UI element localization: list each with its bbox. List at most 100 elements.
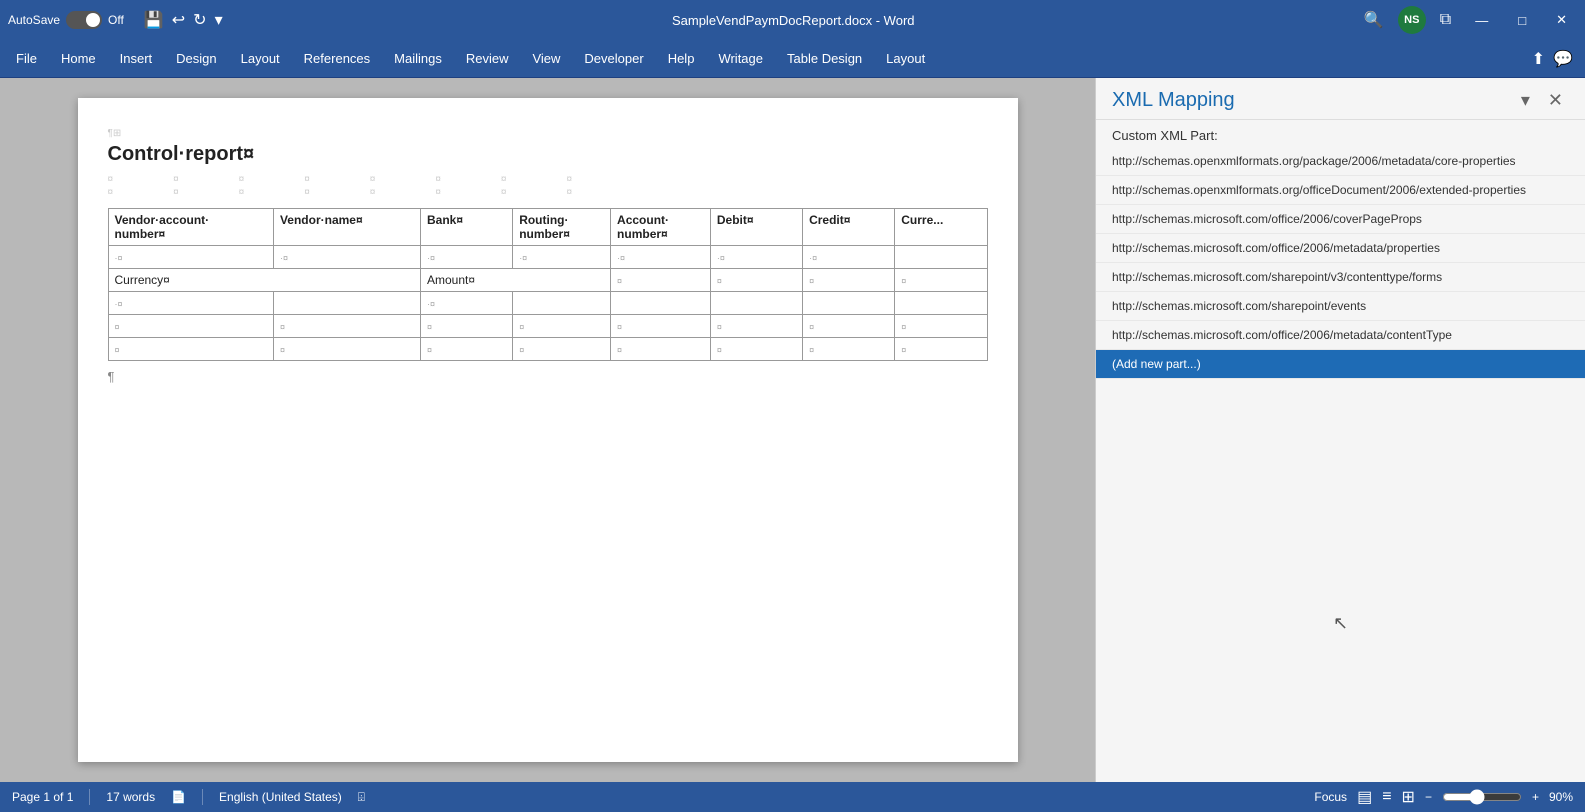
redo-button[interactable]: ↻ (189, 6, 210, 34)
comment-button[interactable]: 💬 (1553, 49, 1573, 69)
cursor-icon: ↖ (1333, 613, 1348, 634)
minimize-button[interactable]: — (1465, 0, 1498, 40)
xml-options-list: http://schemas.openxmlformats.org/packag… (1096, 147, 1585, 465)
menu-table-design[interactable]: Table Design (775, 45, 874, 72)
cell-amount-label: Amount¤ (421, 269, 611, 292)
xml-option-0[interactable]: http://schemas.openxmlformats.org/packag… (1096, 147, 1585, 176)
zoom-slider[interactable] (1442, 789, 1522, 805)
menu-home[interactable]: Home (49, 45, 108, 72)
col-account: Account·number¤ (611, 209, 711, 246)
cell-2-3: ·¤ (421, 292, 513, 315)
cell-3-6: ¤ (710, 315, 802, 338)
cell-2-1: ·¤ (108, 292, 273, 315)
undo-button[interactable]: ↩ (168, 6, 189, 34)
menu-layout2[interactable]: Layout (874, 45, 937, 72)
autosave-knob (86, 13, 100, 27)
xml-option-add-new[interactable]: (Add new part...) (1096, 350, 1585, 379)
focus-button[interactable]: Focus (1314, 790, 1347, 804)
xml-tree-empty-area: ↖ (1096, 465, 1585, 783)
menu-bar: File Home Insert Design Layout Reference… (0, 40, 1585, 78)
menu-help[interactable]: Help (656, 45, 707, 72)
xml-option-2[interactable]: http://schemas.microsoft.com/office/2006… (1096, 205, 1585, 234)
col-credit: Credit¤ (803, 209, 895, 246)
share-comment-area: ⬆ 💬 (1532, 49, 1581, 69)
cell-1-4: ·¤ (513, 246, 611, 269)
menu-file[interactable]: File (4, 45, 49, 72)
print-layout-button[interactable]: ▤ (1357, 787, 1372, 807)
web-layout-button[interactable]: ≡ (1382, 788, 1391, 806)
status-right: Focus ▤ ≡ ⊞ − + 90% (1314, 787, 1573, 807)
xml-panel-header: XML Mapping ▾ ✕ (1096, 78, 1585, 120)
table-row-3: ¤ ¤ ¤ ¤ ¤ ¤ ¤ ¤ (108, 315, 987, 338)
menu-developer[interactable]: Developer (572, 45, 655, 72)
autosave-toggle[interactable] (66, 11, 102, 29)
menu-mailings[interactable]: Mailings (382, 45, 454, 72)
menu-writage[interactable]: Writage (706, 45, 775, 72)
col-routing: Routing·number¤ (513, 209, 611, 246)
cell-c2: ¤ (710, 269, 802, 292)
xml-option-1[interactable]: http://schemas.openxmlformats.org/office… (1096, 176, 1585, 205)
cell-3-5: ¤ (611, 315, 711, 338)
maximize-button[interactable]: □ (1508, 0, 1536, 40)
main-area: ¶⊞ Control·report¤ ¤¤¤¤¤¤¤¤ ¤¤¤¤¤¤¤¤ Ven… (0, 78, 1585, 782)
col-curr: Curre... (895, 209, 987, 246)
cell-2-7 (803, 292, 895, 315)
read-layout-button[interactable]: ⊞ (1402, 787, 1415, 807)
menu-review[interactable]: Review (454, 45, 521, 72)
col-vendor-account: Vendor·account·number¤ (108, 209, 273, 246)
cell-c1: ¤ (611, 269, 711, 292)
cell-1-6: ·¤ (710, 246, 802, 269)
menu-layout[interactable]: Layout (229, 45, 292, 72)
zoom-percent: 90% (1549, 790, 1573, 804)
cell-4-8: ¤ (895, 338, 987, 361)
xml-option-5[interactable]: http://schemas.microsoft.com/sharepoint/… (1096, 292, 1585, 321)
table-area: Vendor·account·number¤ Vendor·name¤ Bank… (108, 208, 988, 361)
title-bar: AutoSave Off 💾 ↩ ↻ ▾ SampleVendPaymDocRe… (0, 0, 1585, 40)
share-button[interactable]: ⬆ (1532, 49, 1545, 69)
xml-option-4[interactable]: http://schemas.microsoft.com/sharepoint/… (1096, 263, 1585, 292)
xml-panel-collapse-button[interactable]: ▾ (1515, 88, 1536, 113)
table-header-row: Vendor·account·number¤ Vendor·name¤ Bank… (108, 209, 987, 246)
top-cell-marks: ¤¤¤¤¤¤¤¤ (108, 174, 988, 185)
close-button[interactable]: ✕ (1546, 0, 1577, 40)
cell-3-4: ¤ (513, 315, 611, 338)
title-icons: 🔍 NS ⧉ — □ ✕ (1360, 0, 1577, 40)
doc-table: Vendor·account·number¤ Vendor·name¤ Bank… (108, 208, 988, 361)
menu-design[interactable]: Design (164, 45, 228, 72)
doc-page: ¶⊞ Control·report¤ ¤¤¤¤¤¤¤¤ ¤¤¤¤¤¤¤¤ Ven… (78, 98, 1018, 762)
cell-2-5 (611, 292, 711, 315)
track-changes-icon: ⌹ (358, 790, 365, 805)
document-title: SampleVendPaymDocReport.docx - Word (227, 13, 1360, 28)
quick-access-dropdown[interactable]: ▾ (211, 6, 227, 34)
cell-3-1: ¤ (108, 315, 273, 338)
cell-currency-label: Currency¤ (108, 269, 421, 292)
xml-mapping-panel: XML Mapping ▾ ✕ Custom XML Part: http://… (1095, 78, 1585, 782)
menu-insert[interactable]: Insert (108, 45, 165, 72)
doc-title: Control·report¤ (108, 143, 988, 166)
doc-area: ¶⊞ Control·report¤ ¤¤¤¤¤¤¤¤ ¤¤¤¤¤¤¤¤ Ven… (0, 78, 1095, 782)
menu-view[interactable]: View (520, 45, 572, 72)
cell-1-3: ·¤ (421, 246, 513, 269)
cell-4-3: ¤ (421, 338, 513, 361)
restore-button[interactable]: ⧉ (1436, 7, 1455, 33)
status-bar: Page 1 of 1 17 words 📄 English (United S… (0, 782, 1585, 812)
page-info: Page 1 of 1 (12, 790, 73, 804)
save-button[interactable]: 💾 (140, 6, 168, 34)
menu-references[interactable]: References (292, 45, 382, 72)
cell-1-1: ·¤ (108, 246, 273, 269)
avatar[interactable]: NS (1398, 6, 1426, 34)
autosave-state: Off (108, 13, 124, 27)
xml-panel-close-button[interactable]: ✕ (1542, 88, 1569, 113)
cell-2-4 (513, 292, 611, 315)
cell-c4: ¤ (895, 269, 987, 292)
table-row: ·¤ ·¤ ·¤ ·¤ ·¤ ·¤ ·¤ (108, 246, 987, 269)
cell-4-5: ¤ (611, 338, 711, 361)
xml-option-6[interactable]: http://schemas.microsoft.com/office/2006… (1096, 321, 1585, 350)
xml-option-3[interactable]: http://schemas.microsoft.com/office/2006… (1096, 234, 1585, 263)
xml-custom-part-label: Custom XML Part: (1096, 120, 1585, 147)
search-button[interactable]: 🔍 (1360, 6, 1388, 34)
cell-3-2: ¤ (273, 315, 420, 338)
cell-1-2: ·¤ (273, 246, 420, 269)
cell-2-2 (273, 292, 420, 315)
table-row-2: ·¤ ·¤ (108, 292, 987, 315)
